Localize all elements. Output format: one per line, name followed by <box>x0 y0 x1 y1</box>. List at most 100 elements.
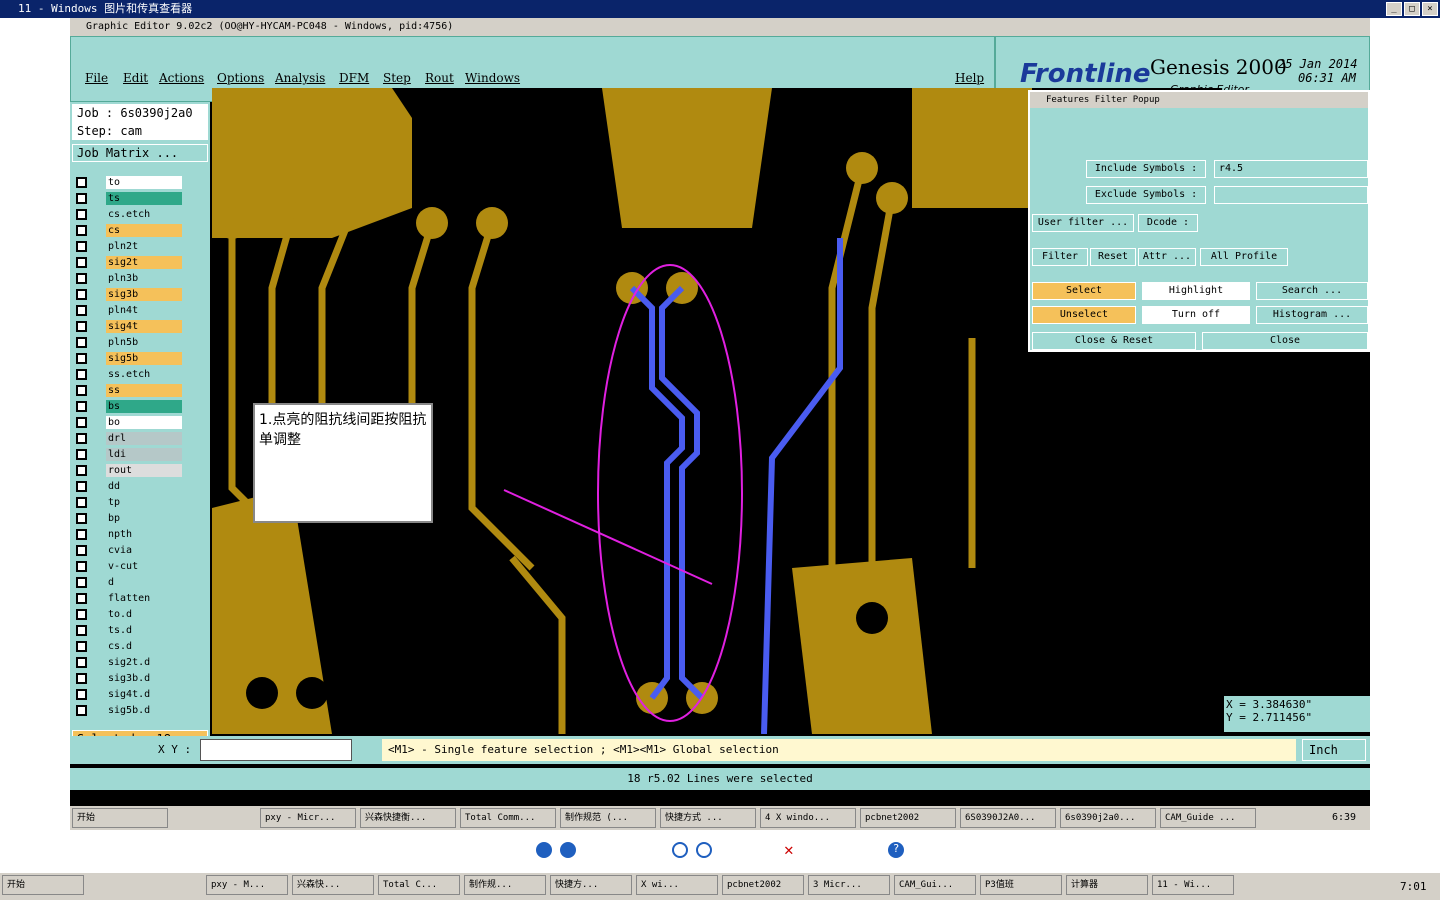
layer-row[interactable]: sig4t.d <box>76 688 182 701</box>
taskbar-item[interactable]: 开始 <box>72 808 168 828</box>
layer-checkbox[interactable] <box>76 353 87 364</box>
unselect-button[interactable]: Unselect <box>1032 306 1136 324</box>
layer-checkbox[interactable] <box>76 529 87 540</box>
layer-checkbox[interactable] <box>76 257 87 268</box>
layer-row[interactable]: dd <box>76 480 182 493</box>
layer-row[interactable]: ss <box>76 384 182 397</box>
exclude-symbols-input[interactable] <box>1214 186 1368 204</box>
job-matrix-button[interactable]: Job Matrix ... <box>72 144 208 162</box>
layer-checkbox[interactable] <box>76 385 87 396</box>
minimize-button[interactable]: _ <box>1386 2 1402 16</box>
layer-checkbox[interactable] <box>76 321 87 332</box>
histogram-button[interactable]: Histogram ... <box>1256 306 1368 324</box>
layer-row[interactable]: pln2t <box>76 240 182 253</box>
layer-row[interactable]: sig5b <box>76 352 182 365</box>
layer-row[interactable]: bo <box>76 416 182 429</box>
reset-button[interactable]: Reset <box>1090 248 1136 266</box>
menu-help[interactable]: Help <box>955 71 984 85</box>
menu-options[interactable]: Options <box>217 71 264 85</box>
layer-checkbox[interactable] <box>76 545 87 556</box>
layer-row[interactable]: cs.etch <box>76 208 182 221</box>
close-popup-button[interactable]: Close <box>1202 332 1368 350</box>
layer-checkbox[interactable] <box>76 401 87 412</box>
xy-input[interactable] <box>200 739 352 761</box>
taskbar-item[interactable]: 制作规范 (... <box>560 808 656 828</box>
layer-checkbox[interactable] <box>76 593 87 604</box>
layer-checkbox[interactable] <box>76 209 87 220</box>
layer-checkbox[interactable] <box>76 497 87 508</box>
taskbar-item[interactable]: pxy - Micr... <box>260 808 356 828</box>
help-icon[interactable]: ? <box>888 842 904 858</box>
taskbar-item[interactable]: 4 X windo... <box>760 808 856 828</box>
layer-checkbox[interactable] <box>76 689 87 700</box>
layer-checkbox[interactable] <box>76 433 87 444</box>
layer-row[interactable]: ldi <box>76 448 182 461</box>
layer-row[interactable]: pln4t <box>76 304 182 317</box>
layer-checkbox[interactable] <box>76 241 87 252</box>
layer-checkbox[interactable] <box>76 305 87 316</box>
zoom-in-icon[interactable] <box>672 842 688 858</box>
taskbar-item[interactable]: 开始 <box>2 875 84 895</box>
layer-checkbox[interactable] <box>76 273 87 284</box>
layer-row[interactable]: bp <box>76 512 182 525</box>
layer-checkbox[interactable] <box>76 657 87 668</box>
taskbar-item[interactable]: 计算器 <box>1066 875 1148 895</box>
layer-checkbox[interactable] <box>76 673 87 684</box>
layer-row[interactable]: sig5b.d <box>76 704 182 717</box>
layer-row[interactable]: rout <box>76 464 182 477</box>
taskbar-item[interactable]: CAM_Gui... <box>894 875 976 895</box>
taskbar-item[interactable]: 兴森快捷衡... <box>360 808 456 828</box>
taskbar-item[interactable]: Total Comm... <box>460 808 556 828</box>
taskbar-item[interactable]: pcbnet2002 <box>722 875 804 895</box>
close-button[interactable]: × <box>1422 2 1438 16</box>
layer-checkbox[interactable] <box>76 481 87 492</box>
close-reset-button[interactable]: Close & Reset <box>1032 332 1196 350</box>
taskbar-item[interactable]: 11 - Wi... <box>1152 875 1234 895</box>
next-image-icon[interactable] <box>560 842 576 858</box>
layer-row[interactable]: ts <box>76 192 182 205</box>
layer-checkbox[interactable] <box>76 625 87 636</box>
layer-checkbox[interactable] <box>76 641 87 652</box>
taskbar-item[interactable]: 6S0390J2A0... <box>960 808 1056 828</box>
user-filter-button[interactable]: User filter ... <box>1032 214 1134 232</box>
prev-image-icon[interactable] <box>536 842 552 858</box>
menu-actions[interactable]: Actions <box>159 71 204 85</box>
highlight-button[interactable]: Highlight <box>1142 282 1250 300</box>
taskbar-item[interactable]: 快捷方式 ... <box>660 808 756 828</box>
taskbar-item[interactable]: Total C... <box>378 875 460 895</box>
menu-file[interactable]: File <box>85 71 108 85</box>
layer-row[interactable]: cs.d <box>76 640 182 653</box>
taskbar-item[interactable]: 快捷方... <box>550 875 632 895</box>
menu-analysis[interactable]: Analysis <box>275 71 325 85</box>
layer-row[interactable]: drl <box>76 432 182 445</box>
taskbar-item[interactable]: 6s0390j2a0... <box>1060 808 1156 828</box>
layer-checkbox[interactable] <box>76 337 87 348</box>
layer-row[interactable]: bs <box>76 400 182 413</box>
menu-step[interactable]: Step <box>383 71 411 85</box>
layer-checkbox[interactable] <box>76 577 87 588</box>
all-profile-select[interactable]: All Profile <box>1200 248 1288 266</box>
taskbar-item[interactable]: P3值班 <box>980 875 1062 895</box>
layer-row[interactable]: sig2t <box>76 256 182 269</box>
zoom-out-icon[interactable] <box>696 842 712 858</box>
taskbar-item[interactable]: 兴森快... <box>292 875 374 895</box>
unit-select[interactable]: Inch <box>1302 739 1366 761</box>
layer-row[interactable]: d <box>76 576 182 589</box>
layer-row[interactable]: cs <box>76 224 182 237</box>
taskbar-item[interactable]: 制作规... <box>464 875 546 895</box>
layer-row[interactable]: tp <box>76 496 182 509</box>
layer-checkbox[interactable] <box>76 449 87 460</box>
layer-checkbox[interactable] <box>76 561 87 572</box>
layer-checkbox[interactable] <box>76 225 87 236</box>
layer-row[interactable]: ss.etch <box>76 368 182 381</box>
taskbar-item[interactable]: pxy - M... <box>206 875 288 895</box>
layer-checkbox[interactable] <box>76 193 87 204</box>
layer-checkbox[interactable] <box>76 465 87 476</box>
search-button[interactable]: Search ... <box>1256 282 1368 300</box>
layer-checkbox[interactable] <box>76 609 87 620</box>
include-symbols-input[interactable]: r4.5 <box>1214 160 1368 178</box>
taskbar-item[interactable]: CAM_Guide ... <box>1160 808 1256 828</box>
taskbar-item[interactable]: X wi... <box>636 875 718 895</box>
layer-checkbox[interactable] <box>76 417 87 428</box>
layer-row[interactable]: sig2t.d <box>76 656 182 669</box>
